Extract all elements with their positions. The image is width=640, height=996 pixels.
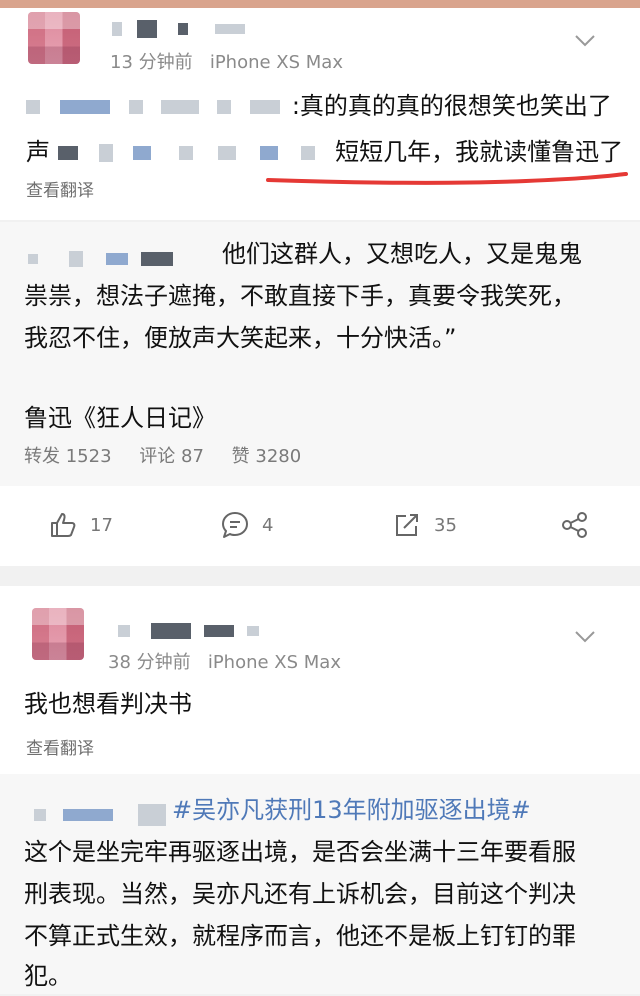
post-text-line-2: 声 短短几年，我就读懂鲁迅了 bbox=[26, 132, 623, 172]
username-blurred[interactable] bbox=[112, 18, 246, 38]
quote-source: 鲁迅《狂人日记》 bbox=[24, 404, 216, 432]
quote-stats: 转发 1523 评论 87 赞 3280 bbox=[24, 442, 323, 468]
hashtag-topic-link[interactable]: #吴亦凡获刑13年附加驱逐出境# bbox=[172, 790, 531, 830]
post-meta: 13 分钟前 iPhone XS Max bbox=[110, 48, 343, 74]
post-text-2b: 短短几年，我就读懂鲁迅了 bbox=[335, 138, 624, 166]
more-share-button[interactable] bbox=[560, 510, 602, 540]
post-text-2a: 声 bbox=[26, 138, 50, 166]
post-card-2: 38 分钟前 iPhone XS Max 我也想看判决书 查看翻译 bbox=[0, 586, 640, 774]
avatar[interactable] bbox=[32, 608, 84, 660]
like-button[interactable]: 17 bbox=[48, 510, 113, 540]
avatar[interactable] bbox=[28, 12, 80, 64]
quoted-username-blurred[interactable] bbox=[34, 804, 167, 826]
post-text-line-1: :真的真的真的很想笑也笑出了 bbox=[26, 86, 612, 126]
comment-count-label: 4 bbox=[262, 514, 274, 536]
username-blurred[interactable] bbox=[118, 620, 260, 639]
share-count-label: 35 bbox=[434, 514, 457, 536]
red-underline-annotation bbox=[266, 172, 628, 185]
quoted-username-blurred[interactable] bbox=[28, 248, 174, 267]
post-device: iPhone XS Max bbox=[209, 52, 343, 73]
share-icon bbox=[396, 514, 418, 536]
post-text-1: :真的真的真的很想笑也笑出了 bbox=[291, 92, 612, 120]
post-time: 13 分钟前 bbox=[110, 52, 193, 73]
quote-line-1: 他们这群人，又想吃人，又是鬼鬼 bbox=[222, 240, 582, 268]
repost-count[interactable]: 转发 1523 bbox=[24, 446, 112, 467]
quote-line-3: 我忍不住，便放声大笑起来，十分快活。” bbox=[24, 324, 457, 352]
like-count-label: 17 bbox=[90, 514, 113, 536]
network-share-icon bbox=[562, 512, 587, 538]
share-button[interactable]: 35 bbox=[392, 510, 457, 540]
post-time: 38 分钟前 bbox=[108, 652, 191, 673]
quote-line-2: 刑表现。当然，吴亦凡还有上诉机会，目前这个判决 bbox=[24, 880, 576, 908]
post-card-1: 13 分钟前 iPhone XS Max :真的真的真的很想笑也笑出了 声 短短… bbox=[0, 8, 640, 220]
chevron-down-icon[interactable] bbox=[574, 630, 596, 644]
retweet-block-2[interactable]: #吴亦凡获刑13年附加驱逐出境# 这个是坐完牢再驱逐出境，是否会坐满十三年要看服… bbox=[0, 774, 640, 994]
post-meta: 38 分钟前 iPhone XS Max bbox=[108, 648, 341, 674]
comment-button[interactable]: 4 bbox=[220, 510, 273, 540]
quote-line-3: 不算正式生效，就程序而言，他还不是板上钉钉的罪 bbox=[24, 922, 576, 950]
chevron-down-icon[interactable] bbox=[574, 34, 596, 48]
thumb-up-icon bbox=[51, 513, 76, 537]
quote-line-1: 这个是坐完牢再驱逐出境，是否会坐满十三年要看服 bbox=[24, 838, 576, 866]
retweet-block-1[interactable]: 他们这群人，又想吃人，又是鬼鬼 祟祟，想法子遮掩，不敢直接下手，真要令我笑死， … bbox=[0, 222, 640, 486]
translate-link[interactable]: 查看翻译 bbox=[26, 176, 94, 201]
like-count[interactable]: 赞 3280 bbox=[232, 446, 302, 467]
quote-line-2: 祟祟，想法子遮掩，不敢直接下手，真要令我笑死， bbox=[24, 282, 576, 310]
translate-link[interactable]: 查看翻译 bbox=[26, 734, 94, 759]
comment-icon bbox=[222, 512, 248, 538]
action-bar: 17 4 35 bbox=[0, 486, 640, 566]
post-device: iPhone XS Max bbox=[207, 652, 341, 673]
comment-count[interactable]: 评论 87 bbox=[139, 446, 204, 467]
post-text: 我也想看判决书 bbox=[24, 690, 192, 718]
quote-line-4: 犯。 bbox=[24, 962, 72, 990]
top-status-strip bbox=[0, 0, 640, 8]
